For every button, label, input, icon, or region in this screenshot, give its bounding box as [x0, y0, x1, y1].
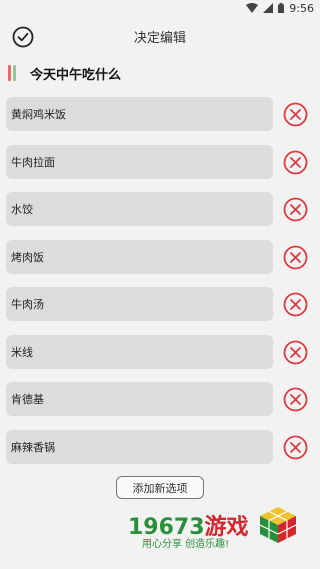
watermark-slogan: 用心分享 创造乐趣!: [142, 539, 230, 550]
close-circle-icon: [283, 435, 308, 459]
status-time: 9:56: [289, 1, 314, 15]
add-option-button[interactable]: 添加新选项: [116, 476, 204, 499]
option-field[interactable]: 水饺: [6, 192, 273, 226]
app-bar: 决定编辑: [0, 16, 320, 56]
option-row: 牛肉汤: [0, 287, 320, 335]
cube-logo-icon: [259, 507, 297, 543]
status-bar: 9:56: [0, 0, 320, 16]
option-field[interactable]: 米线: [6, 334, 273, 369]
close-circle-icon: [283, 340, 308, 364]
option-row: 米线: [0, 334, 320, 383]
option-field[interactable]: 牛肉拉面: [6, 144, 273, 179]
close-circle-icon: [283, 102, 308, 127]
option-row: 水饺: [0, 192, 320, 240]
option-field[interactable]: 烤肉饭: [6, 239, 273, 274]
options-list: 黄焖鸡米饭 牛肉拉面 水饺 烤肉饭 牛肉汤 米线 肯德基 麻辣香锅: [0, 97, 320, 477]
option-field[interactable]: 麻辣香锅: [6, 429, 273, 464]
list-header: 今天中午吃什么: [0, 58, 320, 88]
option-field[interactable]: 牛肉汤: [6, 287, 273, 321]
delete-button[interactable]: [283, 102, 308, 127]
option-field[interactable]: 黄焖鸡米饭: [6, 97, 273, 131]
delete-button[interactable]: [283, 340, 308, 365]
option-row: 麻辣香锅: [0, 429, 320, 478]
check-circle-icon: [12, 26, 34, 48]
signal-icon: [263, 3, 274, 13]
delete-button[interactable]: [283, 150, 308, 175]
close-circle-icon: [283, 387, 308, 412]
option-row: 牛肉拉面: [0, 144, 320, 193]
delete-button[interactable]: [283, 292, 308, 317]
watermark-logo: 19673游戏 用心分享 创造乐趣!: [128, 503, 303, 553]
confirm-button[interactable]: [10, 24, 36, 50]
option-row: 黄焖鸡米饭: [0, 97, 320, 145]
close-circle-icon: [283, 292, 308, 317]
delete-button[interactable]: [283, 245, 308, 270]
close-circle-icon: [283, 150, 308, 174]
delete-button[interactable]: [283, 387, 308, 412]
list-title: 今天中午吃什么: [30, 67, 122, 83]
title-marker-red: [8, 65, 11, 81]
page-title: 决定编辑: [133, 30, 186, 46]
battery-icon: [278, 3, 285, 13]
close-circle-icon: [283, 197, 308, 222]
wifi-icon: [246, 3, 259, 13]
option-row: 肯德基: [0, 382, 320, 430]
option-field[interactable]: 肯德基: [6, 382, 273, 416]
delete-button[interactable]: [283, 435, 308, 460]
delete-button[interactable]: [283, 197, 308, 222]
close-circle-icon: [283, 245, 308, 269]
option-row: 烤肉饭: [0, 239, 320, 288]
title-marker-green: [13, 65, 16, 81]
